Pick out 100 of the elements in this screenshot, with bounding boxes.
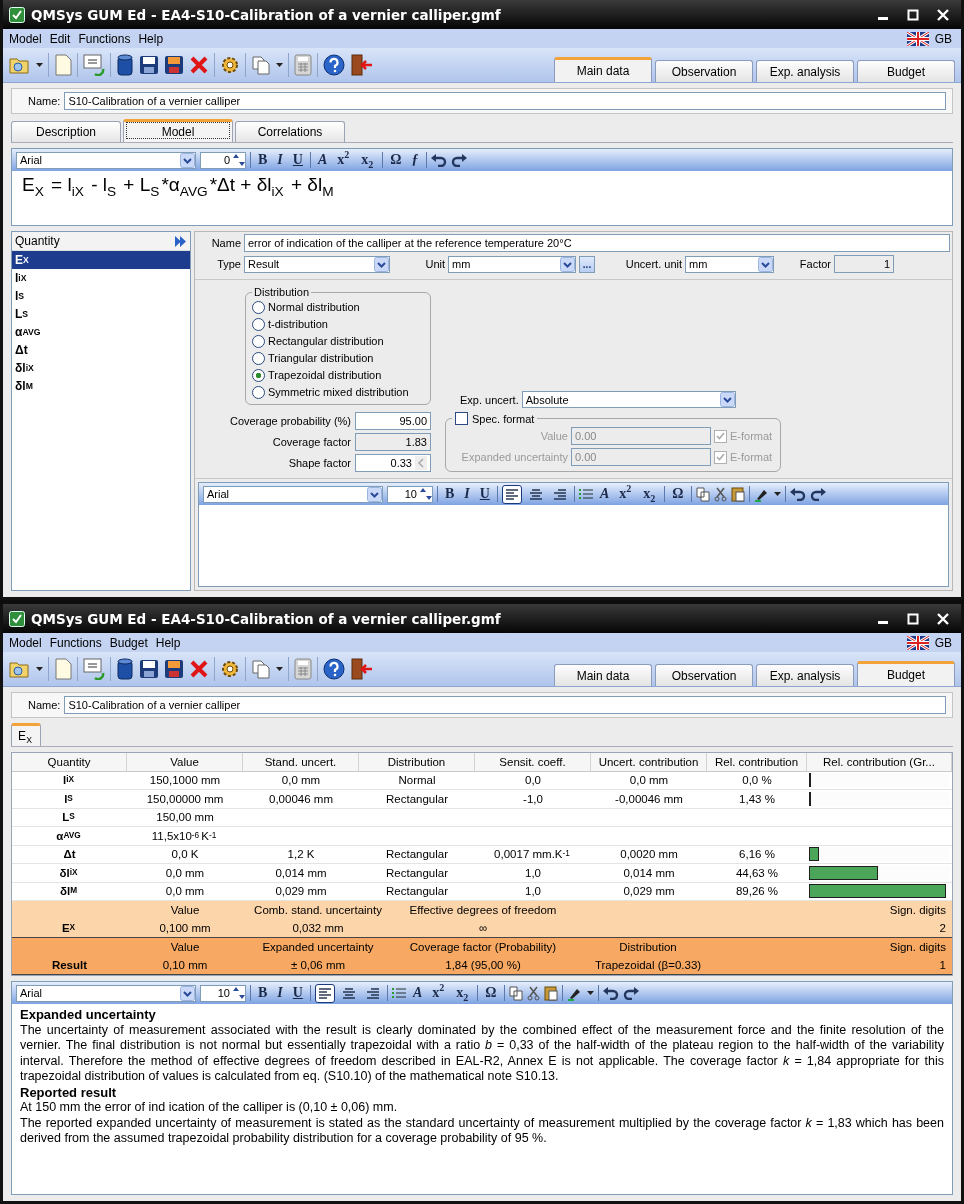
menu-item[interactable]: Functions — [75, 30, 134, 47]
menu-item[interactable]: Functions — [46, 634, 105, 651]
checkbox[interactable] — [714, 429, 727, 443]
format-button[interactable]: B — [442, 486, 458, 502]
format-button[interactable]: I — [274, 152, 286, 168]
close-icon[interactable] — [937, 612, 949, 625]
font-size-spinner[interactable]: 10 — [387, 485, 433, 503]
formula-refresh-icon[interactable] — [83, 658, 105, 680]
uncert-unit-select[interactable]: mm — [685, 255, 774, 273]
align-button[interactable] — [501, 484, 522, 504]
caret-icon[interactable] — [36, 667, 43, 671]
format-button[interactable]: x$_{2}$ — [358, 152, 379, 168]
spin-arrows-icon[interactable] — [233, 986, 245, 1000]
bullet-list-icon[interactable] — [578, 488, 593, 500]
delete-icon[interactable] — [189, 659, 209, 679]
gear-icon[interactable] — [220, 55, 240, 75]
paste-icon[interactable] — [543, 985, 558, 1001]
radio-button[interactable] — [252, 334, 265, 348]
radio-button[interactable] — [252, 351, 265, 365]
name-field[interactable]: S10-Calibration of a vernier calliper — [64, 696, 946, 714]
align-button[interactable] — [314, 983, 335, 1003]
flag-icon[interactable] — [906, 635, 929, 650]
page-tab[interactable]: Budget — [857, 60, 955, 82]
caret-icon[interactable] — [36, 63, 43, 67]
open-folder-icon[interactable] — [9, 659, 31, 679]
redo-icon[interactable] — [450, 153, 467, 167]
trash-can-icon[interactable] — [116, 658, 134, 680]
radio-button[interactable] — [252, 300, 265, 314]
help-icon[interactable] — [323, 658, 345, 680]
quantity-tab[interactable]: E$_{X}$ — [11, 723, 41, 746]
undo-icon[interactable] — [602, 986, 619, 1000]
format-button[interactable]: U — [289, 985, 306, 1001]
symbol-button[interactable]: Ω — [387, 152, 405, 168]
gear-icon[interactable] — [220, 659, 240, 679]
font-size-spinner[interactable]: 0 — [200, 151, 246, 169]
font-select[interactable]: Arial — [203, 485, 383, 503]
number-field[interactable]: 1.83 — [355, 433, 431, 451]
caret-icon[interactable] — [276, 63, 283, 67]
page-tab[interactable]: Main data — [554, 57, 652, 82]
section-tab[interactable]: Correlations — [235, 121, 345, 142]
close-icon[interactable] — [937, 8, 949, 21]
format-button[interactable]: B — [255, 985, 271, 1001]
menu-item[interactable]: Help — [152, 634, 184, 651]
page-tab[interactable]: Exp. analysis — [756, 664, 854, 686]
format-button[interactable]: x$_{2}$ — [453, 985, 474, 1001]
format-button[interactable]: I — [274, 985, 286, 1001]
maximize-icon[interactable] — [907, 8, 919, 21]
format-button[interactable]: A — [596, 486, 613, 502]
scissors-icon[interactable] — [713, 486, 727, 502]
undo-icon[interactable] — [430, 153, 447, 167]
checkbox[interactable] — [455, 412, 468, 425]
copy-icon[interactable] — [508, 985, 523, 1001]
font-size-spinner[interactable]: 10 — [200, 984, 246, 1002]
maximize-icon[interactable] — [907, 612, 919, 625]
format-button[interactable]: A — [409, 985, 426, 1001]
redo-icon[interactable] — [809, 487, 826, 501]
format-button[interactable]: x$_{2}$ — [640, 486, 661, 502]
menu-item[interactable]: Model — [6, 634, 45, 651]
page-tab[interactable]: Budget — [857, 661, 955, 686]
format-button[interactable]: U — [289, 152, 306, 168]
font-select[interactable]: Arial — [16, 151, 196, 169]
exit-door-icon[interactable] — [350, 54, 374, 76]
page-tab[interactable]: Observation — [655, 664, 753, 686]
double-chevron-icon[interactable] — [175, 235, 186, 247]
format-button[interactable]: x$^{2}$ — [334, 152, 355, 168]
format-button[interactable]: A — [314, 152, 331, 168]
calculator-icon[interactable] — [294, 658, 312, 680]
page-tab[interactable]: Observation — [655, 60, 753, 82]
quantity-name-field[interactable]: error of indication of the calliper at the reference temperature 20°C — [244, 234, 950, 252]
copy-icon[interactable] — [251, 55, 271, 75]
new-document-icon[interactable] — [54, 658, 72, 680]
exit-door-icon[interactable] — [350, 658, 374, 680]
unit-select[interactable]: mm — [448, 255, 576, 273]
radio-button[interactable] — [252, 385, 265, 399]
menu-item[interactable]: Model — [6, 30, 45, 47]
symbol-button[interactable]: Ω — [669, 486, 687, 502]
radio-button[interactable] — [252, 368, 265, 382]
spin-arrows-icon[interactable] — [233, 153, 245, 167]
flag-icon[interactable] — [906, 31, 929, 46]
type-select[interactable]: Result — [244, 255, 390, 273]
calculator-icon[interactable] — [294, 54, 312, 76]
menu-item[interactable]: Edit — [46, 30, 74, 47]
help-icon[interactable] — [323, 54, 345, 76]
menu-item[interactable]: Help — [135, 30, 167, 47]
trash-can-icon[interactable] — [116, 54, 134, 76]
copy-icon[interactable] — [251, 659, 271, 679]
format-button[interactable]: B — [255, 152, 271, 168]
symbol-button[interactable]: ƒ — [408, 152, 422, 168]
font-select[interactable]: Arial — [16, 984, 196, 1002]
section-tab[interactable]: Model — [123, 119, 233, 142]
delete-icon[interactable] — [189, 55, 209, 75]
copy-icon[interactable] — [695, 486, 710, 502]
redo-icon[interactable] — [622, 986, 639, 1000]
number-field[interactable]: 0.33 — [355, 454, 431, 472]
bullet-list-icon[interactable] — [391, 987, 406, 999]
format-button[interactable]: U — [476, 486, 493, 502]
checkbox[interactable] — [714, 450, 727, 464]
caret-icon[interactable] — [773, 492, 781, 496]
caret-icon[interactable] — [586, 991, 594, 995]
menu-item[interactable]: Budget — [106, 634, 151, 651]
